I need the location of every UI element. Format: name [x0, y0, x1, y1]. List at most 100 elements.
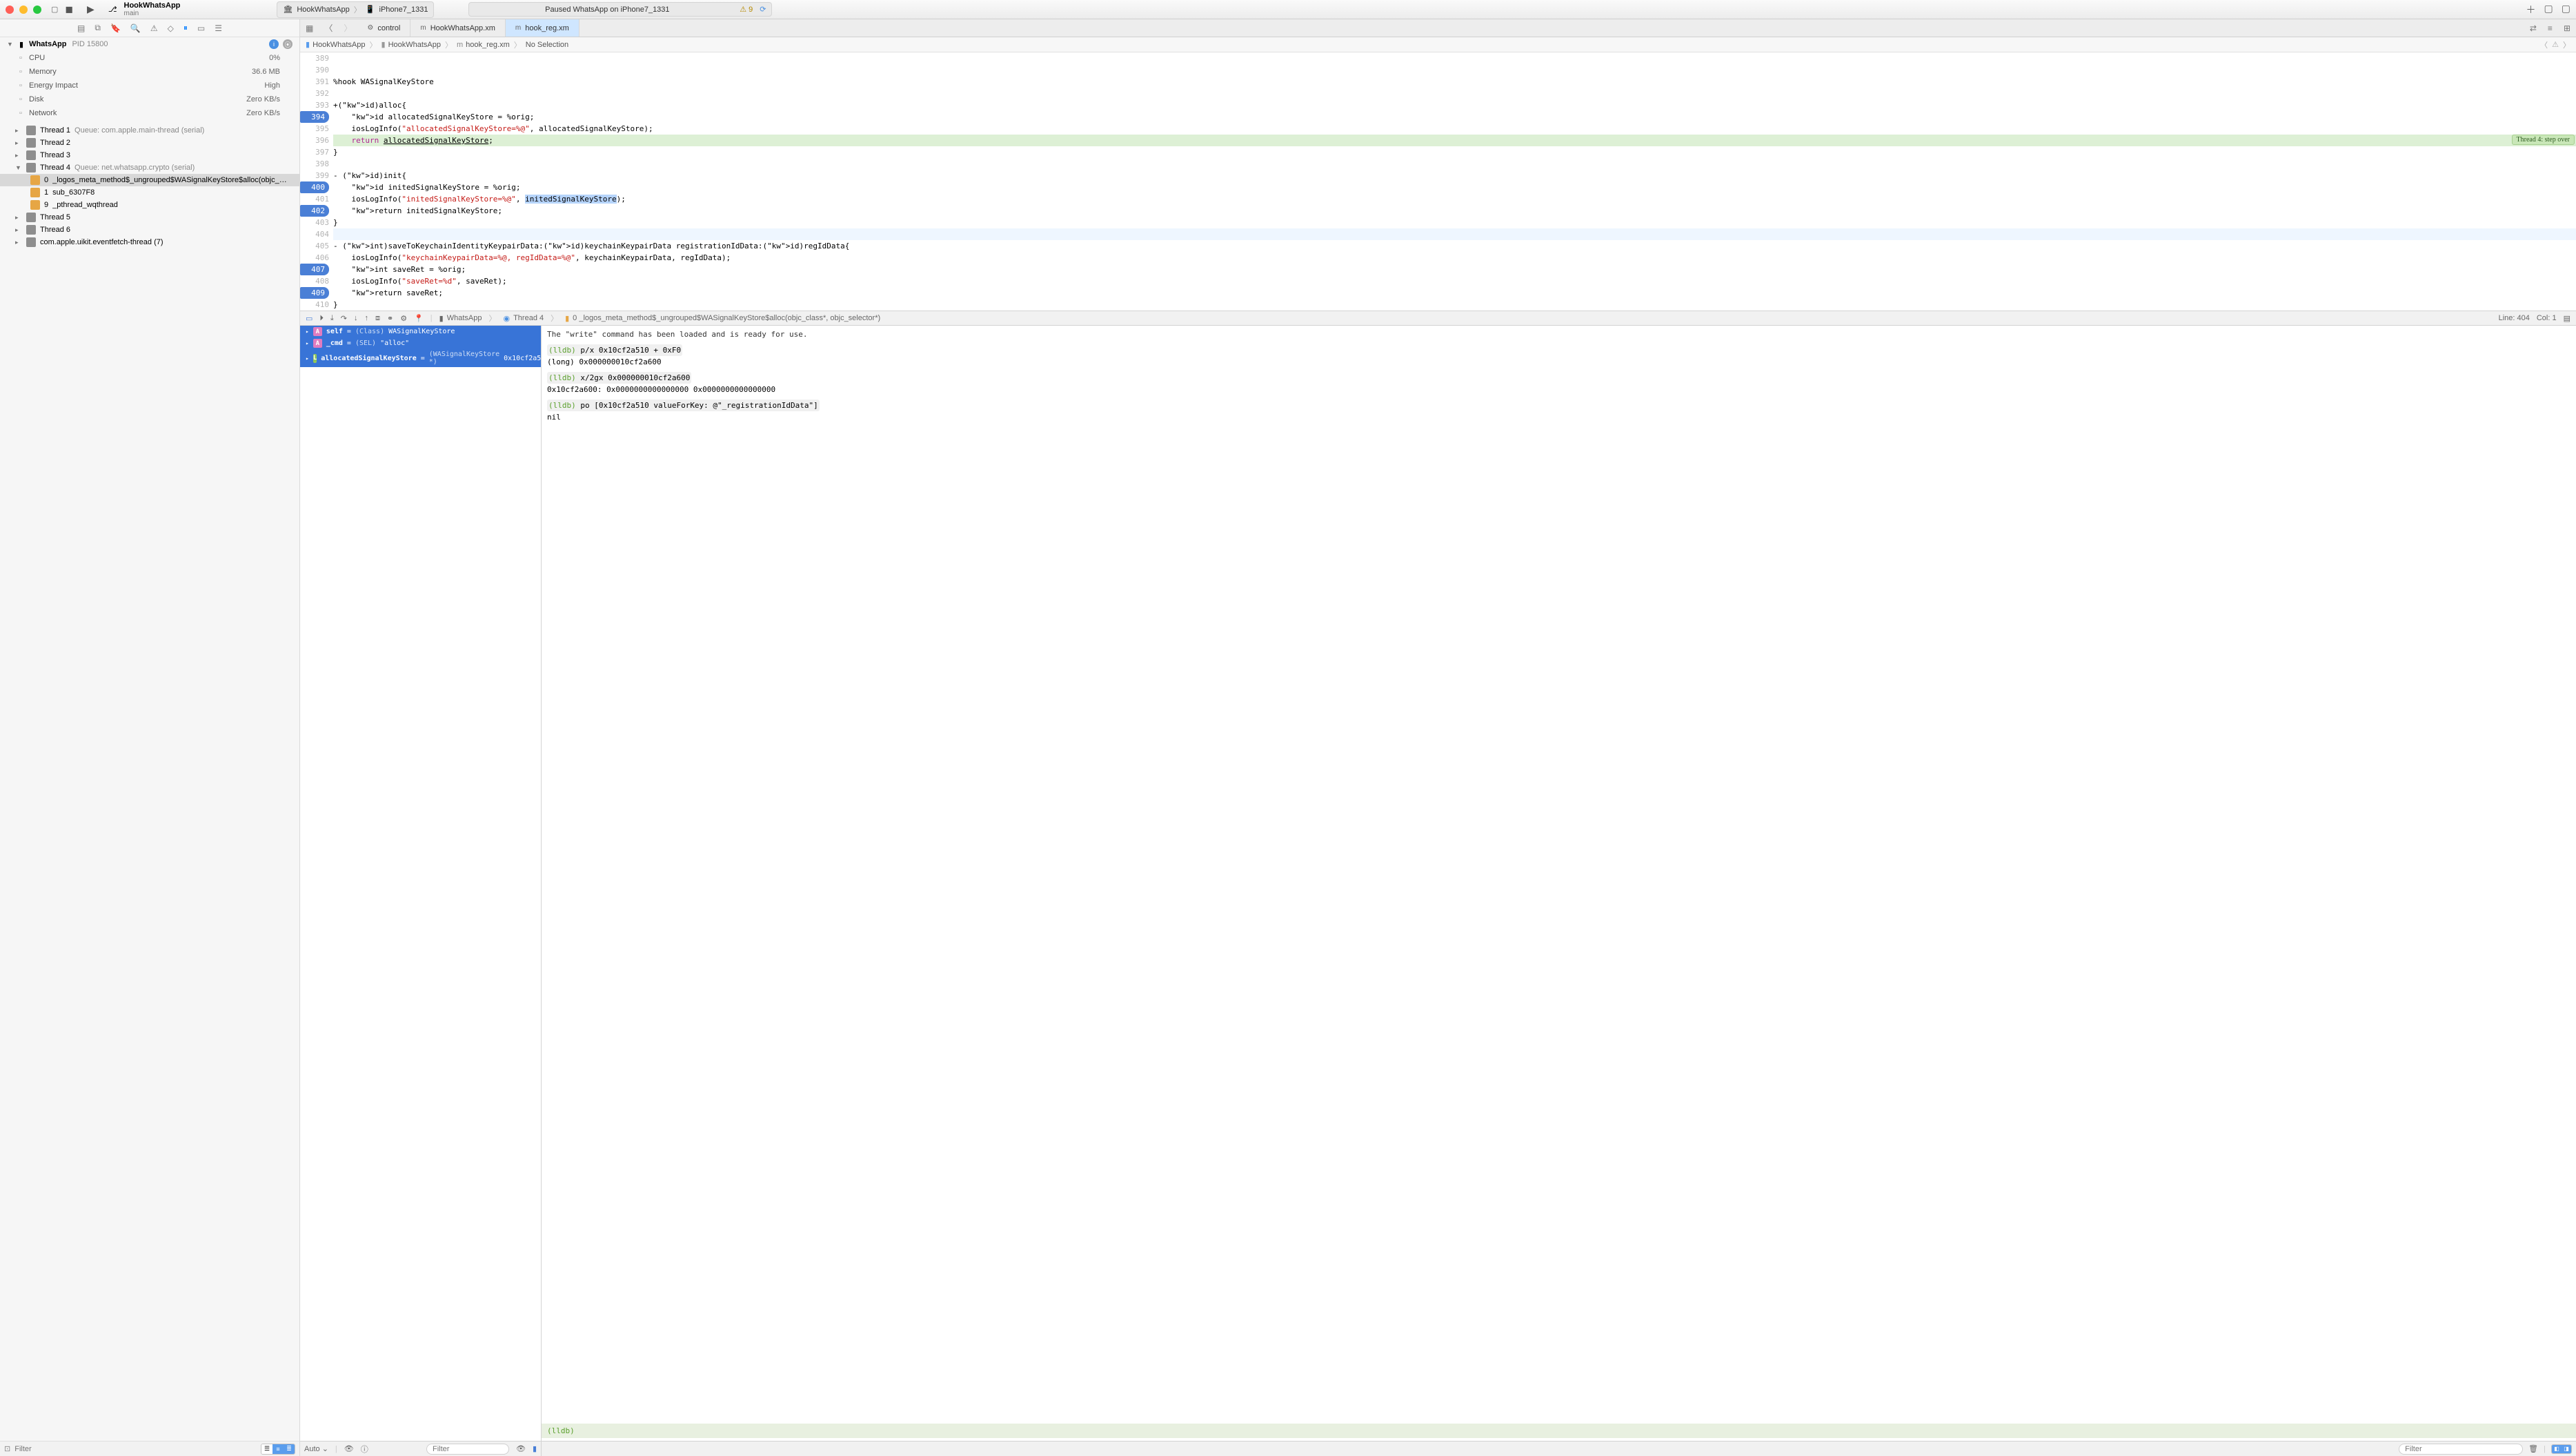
quicklook-button[interactable]: 👁 [344, 1444, 354, 1453]
editor-options-button[interactable]: ≡ [2542, 23, 2558, 33]
debug-view-hierarchy-button[interactable]: ⧈ [375, 314, 380, 323]
code-editor[interactable]: 3893903913923933943953963973983994004014… [300, 52, 2576, 311]
code-line[interactable]: %hook WASignalKeyStore [333, 76, 2576, 88]
line-number[interactable]: 406 [300, 252, 329, 264]
disclosure-triangle-icon[interactable]: ▸ [15, 214, 22, 222]
breakpoints-toggle-button[interactable]: ⏵ [319, 314, 324, 323]
breakpoint-marker[interactable]: 409 [300, 287, 329, 299]
step-out-button[interactable]: ↑ [365, 314, 369, 322]
line-number[interactable]: 389 [300, 52, 329, 64]
stack-frame-row[interactable]: 1 sub_6307F8 [0, 186, 299, 199]
code-line[interactable]: iosLogInfo("allocatedSignalKeyStore=%@",… [333, 123, 2576, 135]
scheme-selector[interactable]: 🏛 HookWhatsApp 〉 📱 iPhone7_1331 [277, 1, 434, 18]
code-line[interactable] [333, 228, 2576, 240]
variables-scope-selector[interactable]: Auto ⌄ [304, 1444, 328, 1453]
editor-tab[interactable]: mHookWhatsApp.xm [410, 19, 506, 37]
tab-actions-button[interactable]: ⇄ [2524, 23, 2542, 33]
process-row[interactable]: ▼ ▮ WhatsApp PID 15800 i ⦿ [0, 37, 299, 51]
stop-button[interactable]: ◼ [65, 3, 73, 15]
zoom-window-button[interactable] [33, 6, 41, 14]
code-line[interactable]: "kw">return saveRet; [333, 287, 2576, 299]
warning-indicator[interactable]: ⚠ 9 [740, 5, 753, 14]
code-line[interactable]: "kw">return initedSignalKeyStore; [333, 205, 2576, 217]
line-number[interactable]: 398 [300, 158, 329, 170]
add-button[interactable]: ＋ [2526, 3, 2536, 17]
activity-status[interactable]: Paused WhatsApp on iPhone7_1331 ⚠ 9 ⟳ [468, 2, 772, 17]
test-navigator-icon[interactable]: ◇ [168, 23, 174, 33]
report-navigator-icon[interactable]: ☰ [215, 23, 222, 33]
code-line[interactable]: +("kw">id)alloc{ [333, 99, 2576, 111]
disclosure-triangle-icon[interactable]: ▸ [306, 340, 309, 346]
info-button[interactable]: ⓘ [361, 1444, 368, 1455]
breakpoint-marker[interactable]: 400 [300, 181, 329, 193]
console-filter-input[interactable] [2399, 1444, 2523, 1455]
lldb-console[interactable]: The "write" command has been loaded and … [542, 326, 2576, 1441]
disclosure-triangle-icon[interactable]: ▸ [15, 127, 22, 135]
debug-process-selector[interactable]: ▮WhatsApp [439, 314, 482, 323]
breakpoint-marker[interactable]: 407 [300, 264, 329, 275]
thread-row[interactable]: ▸Thread 3 [0, 149, 299, 161]
code-line[interactable]: iosLogInfo("saveRet=%d", saveRet); [333, 275, 2576, 287]
line-number[interactable]: 410 [300, 299, 329, 311]
gauge-row[interactable]: ▫DiskZero KB/s [0, 92, 299, 106]
disclosure-triangle-icon[interactable]: ▸ [15, 226, 22, 234]
code-line[interactable]: "kw">id allocatedSignalKeyStore = %orig; [333, 111, 2576, 123]
code-line[interactable] [333, 64, 2576, 76]
code-line[interactable]: return allocatedSignalKeyStore;Thread 4:… [333, 135, 2576, 146]
find-navigator-icon[interactable]: 🔍 [130, 23, 141, 33]
thread-row[interactable]: ▸com.apple.uikit.eventfetch-thread (7) [0, 236, 299, 248]
line-number[interactable]: 401 [300, 193, 329, 205]
editor-tab[interactable]: mhook_reg.xm [506, 19, 579, 37]
thread-filter-segmented[interactable]: ☰≡≣ [261, 1444, 295, 1455]
code-line[interactable]: } [333, 217, 2576, 228]
disclosure-triangle-icon[interactable]: ▸ [306, 355, 309, 362]
disclosure-triangle-icon[interactable]: ▸ [15, 239, 22, 246]
clear-console-button[interactable]: 🗑 [2528, 1444, 2538, 1453]
filter-scope-icon[interactable]: ⊡ [4, 1444, 10, 1453]
minimize-window-button[interactable] [19, 6, 28, 14]
back-button[interactable]: 〈 [319, 22, 338, 34]
gauge-row[interactable]: ▫Memory36.6 MB [0, 65, 299, 79]
line-number[interactable]: 399 [300, 170, 329, 181]
breakpoint-marker[interactable]: 402 [300, 205, 329, 217]
line-number[interactable]: 405 [300, 240, 329, 252]
add-editor-button[interactable]: ⊞ [2558, 23, 2576, 33]
code-line[interactable]: "kw">id initedSignalKeyStore = %orig; [333, 181, 2576, 193]
code-line[interactable] [333, 88, 2576, 99]
stack-frame-row[interactable]: 0 _logos_meta_method$_ungrouped$WASignal… [0, 174, 299, 186]
code-line[interactable]: - ("kw">id)init{ [333, 170, 2576, 181]
project-navigator-icon[interactable]: ▤ [77, 23, 85, 33]
line-number[interactable]: 395 [300, 123, 329, 135]
line-number[interactable]: 393 [300, 99, 329, 111]
stack-frame-row[interactable]: 9 _pthread_wqthread [0, 199, 299, 211]
variables-filter-input[interactable] [426, 1444, 509, 1455]
prev-counterpart-button[interactable]: 〈 [2540, 39, 2548, 50]
breakpoint-navigator-icon[interactable]: ▭ [197, 23, 205, 33]
gauge-row[interactable]: ▫Energy ImpactHigh [0, 79, 299, 92]
debug-frame-selector[interactable]: ▮0 _logos_meta_method$_ungrouped$WASigna… [565, 314, 880, 323]
step-over-button[interactable]: ↷ [341, 314, 347, 323]
thread-row[interactable]: ▼Thread 4 Queue: net.whatsapp.crypto (se… [0, 161, 299, 174]
line-number[interactable]: 404 [300, 228, 329, 240]
thread-row[interactable]: ▸Thread 1 Queue: com.apple.main-thread (… [0, 124, 299, 137]
process-info-badge[interactable]: i [269, 39, 279, 49]
code-line[interactable]: } [333, 146, 2576, 158]
thread-row[interactable]: ▸Thread 2 [0, 137, 299, 149]
line-number[interactable]: 403 [300, 217, 329, 228]
step-into-button[interactable]: ↓ [354, 314, 358, 322]
variables-projection-icon[interactable]: ▮ [533, 1444, 537, 1453]
variable-row[interactable]: ▸A_cmd = (SEL) "alloc" [300, 337, 541, 349]
related-items-button[interactable]: ▦ [300, 23, 319, 33]
debug-memory-graph-button[interactable]: ⚭ [387, 314, 393, 323]
simulate-location-button[interactable]: 📍 [414, 314, 424, 323]
breakpoint-marker[interactable]: 394 [300, 111, 329, 123]
debug-navigator-icon[interactable]: ⏸ [184, 23, 188, 33]
gauge-row[interactable]: ▫NetworkZero KB/s [0, 106, 299, 120]
line-number-gutter[interactable]: 3893903913923933943953963973983994004014… [300, 52, 333, 311]
run-button[interactable]: ▶ [87, 3, 95, 15]
line-number[interactable]: 397 [300, 146, 329, 158]
disclosure-triangle-icon[interactable]: ▸ [15, 152, 22, 159]
forward-button[interactable]: 〉 [338, 22, 357, 34]
debug-area-view-segmented[interactable]: ◧◨ [2551, 1444, 2572, 1454]
code-line[interactable]: "kw">int saveRet = %orig; [333, 264, 2576, 275]
